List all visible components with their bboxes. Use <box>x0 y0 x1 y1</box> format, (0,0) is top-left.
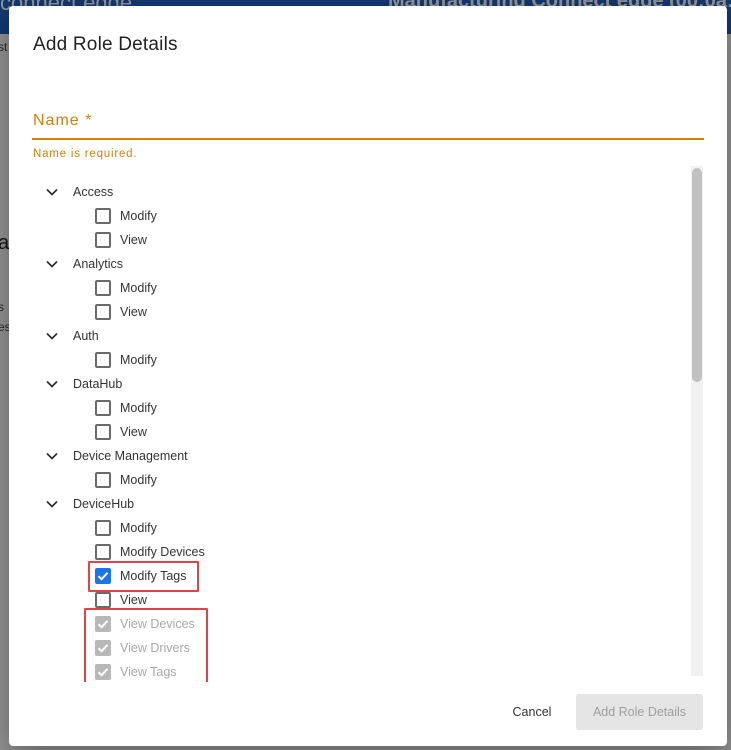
dialog-title: Add Role Details <box>33 34 178 55</box>
chevron-down-icon[interactable] <box>43 447 61 465</box>
chevron-down-icon[interactable] <box>43 327 61 345</box>
chevron-down-icon[interactable] <box>43 495 61 513</box>
chevron-down-icon[interactable] <box>43 375 61 393</box>
group-label: DataHub <box>73 377 123 391</box>
checkbox[interactable] <box>95 544 111 560</box>
name-field-label[interactable]: Name * <box>33 112 92 130</box>
group-row-analytics[interactable]: Analytics <box>43 252 123 276</box>
group-row-access[interactable]: Access <box>43 180 113 204</box>
permission-label: Modify <box>120 353 157 367</box>
add-role-details-button[interactable]: Add Role Details <box>576 694 703 730</box>
permission-label: Modify Devices <box>120 545 205 559</box>
group-label: DeviceHub <box>73 497 135 511</box>
checkbox[interactable] <box>95 400 111 416</box>
permissions-tree: Access Modify View Analytics Modify View <box>9 172 689 682</box>
checkbox[interactable] <box>95 352 111 368</box>
permission-row[interactable]: View <box>95 228 147 252</box>
permission-label: View <box>120 593 147 607</box>
group-row-device-management[interactable]: Device Management <box>43 444 188 468</box>
checkbox[interactable] <box>95 208 111 224</box>
permission-row[interactable]: Modify <box>95 396 157 420</box>
name-input-underline[interactable] <box>32 138 704 140</box>
chevron-down-icon[interactable] <box>43 183 61 201</box>
group-label: Access <box>73 185 114 199</box>
permission-label: View <box>120 425 147 439</box>
permission-label: View <box>120 233 147 247</box>
highlight-box-modify-tags <box>88 561 199 592</box>
permission-row[interactable]: Modify <box>95 204 157 228</box>
permission-label: Modify <box>120 473 157 487</box>
permission-row[interactable]: Modify <box>95 276 157 300</box>
chevron-down-icon[interactable] <box>43 255 61 273</box>
checkbox[interactable] <box>95 424 111 440</box>
group-label: Analytics <box>73 257 124 271</box>
group-label: Auth <box>73 329 99 343</box>
add-role-dialog: Add Role Details Name * Name is required… <box>9 6 727 746</box>
group-row-auth[interactable]: Auth <box>43 324 99 348</box>
permission-label: Modify <box>120 281 157 295</box>
cancel-button[interactable]: Cancel <box>499 696 565 728</box>
permission-label: Modify <box>120 209 157 223</box>
permission-row[interactable]: Modify <box>95 348 157 372</box>
permission-label: Modify <box>120 401 157 415</box>
highlight-box-view-permissions <box>84 608 208 682</box>
permission-label: Modify <box>120 521 157 535</box>
checkbox[interactable] <box>95 472 111 488</box>
checkbox[interactable] <box>95 520 111 536</box>
permission-row[interactable]: Modify <box>95 516 157 540</box>
group-row-datahub[interactable]: DataHub <box>43 372 122 396</box>
name-error-text: Name is required. <box>33 148 138 160</box>
permission-row[interactable]: Modify <box>95 468 157 492</box>
permission-row[interactable]: View <box>95 420 147 444</box>
checkbox[interactable] <box>95 280 111 296</box>
checkbox[interactable] <box>95 592 111 608</box>
permission-label: View <box>120 305 147 319</box>
checkbox[interactable] <box>95 304 111 320</box>
checkbox[interactable] <box>95 232 111 248</box>
group-row-devicehub[interactable]: DeviceHub <box>43 492 134 516</box>
scrollbar-thumb[interactable] <box>692 168 702 382</box>
group-label: Device Management <box>73 449 188 463</box>
permission-row[interactable]: View <box>95 300 147 324</box>
